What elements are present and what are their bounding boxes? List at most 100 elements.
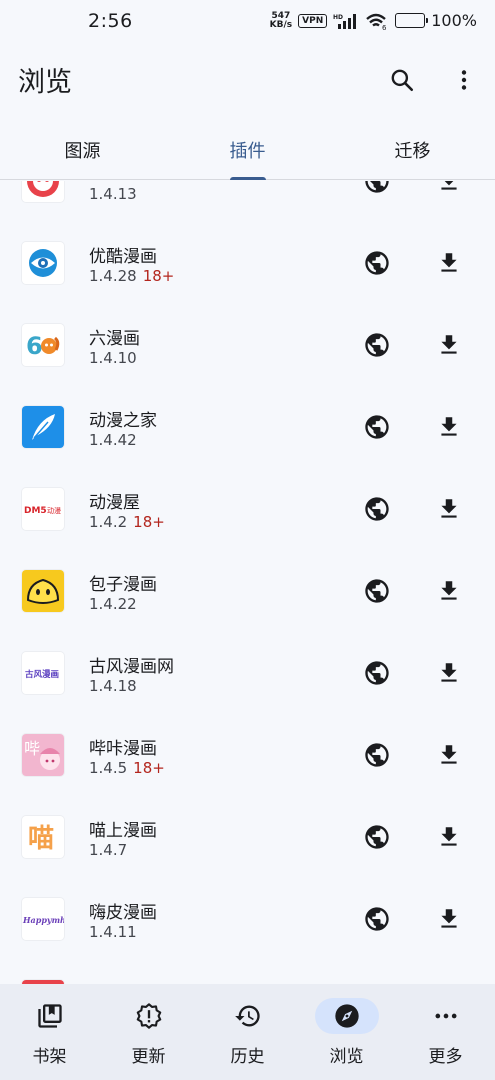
list-item[interactable]: 哔 哔咔漫画 1.4.5 18+ (0, 714, 495, 796)
status-time: 2:56 (88, 10, 133, 32)
install-button[interactable] (434, 576, 464, 606)
list-item[interactable]: DM5 动漫 动漫屋 1.4.2 18+ (0, 468, 495, 550)
open-website-button[interactable] (362, 576, 392, 606)
install-button[interactable] (434, 904, 464, 934)
tab-extensions[interactable]: 插件 (165, 120, 330, 180)
download-icon (441, 335, 457, 354)
extension-meta: 1.4.28 18+ (89, 267, 174, 285)
extension-name: 喵上漫画 (89, 821, 157, 841)
nsfw-badge: 18+ (133, 759, 165, 777)
updates-badge-icon (136, 1003, 161, 1029)
nav-active-indicator (314, 998, 379, 1034)
install-button[interactable] (434, 181, 464, 196)
globe-icon (365, 661, 389, 685)
tab-sources[interactable]: 图源 (0, 120, 165, 179)
search-button[interactable] (382, 60, 422, 100)
nav-updates[interactable]: 更新 (99, 984, 198, 1080)
more-vert-icon (461, 70, 467, 90)
extension-list[interactable]: 1.4.13 优酷漫画 1.4.28 18+ 6 六漫画 1.4.10 动漫之家… (0, 181, 495, 984)
dm5-logo-icon: DM5 动漫 (22, 488, 64, 530)
baozi-icon (22, 570, 64, 612)
network-speed-unit: KB/s (269, 19, 293, 30)
open-website-button[interactable] (362, 412, 392, 442)
list-item[interactable]: 包子漫画 1.4.22 (0, 550, 495, 632)
extension-version: 1.4.18 (89, 677, 137, 695)
extension-version: 1.4.42 (89, 431, 137, 449)
globe-icon (365, 333, 389, 357)
list-item[interactable]: 6 六漫画 1.4.10 (0, 304, 495, 386)
nav-history[interactable]: 历史 (198, 984, 297, 1080)
list-item[interactable]: 喵 喵上漫画 1.4.7 (0, 796, 495, 878)
install-button[interactable] (434, 494, 464, 524)
miao-char-icon: 喵 (22, 816, 64, 858)
happymh-logo-icon: Happymh (22, 898, 64, 940)
svg-text:6: 6 (26, 332, 43, 360)
open-website-button[interactable] (362, 822, 392, 852)
explore-compass-icon (334, 1004, 359, 1028)
miao-logo-text: 喵 (28, 824, 54, 854)
more-options-button[interactable] (444, 60, 484, 100)
happymh-logo-text: Happymh (22, 915, 64, 925)
open-website-button[interactable] (362, 658, 392, 688)
install-button[interactable] (434, 412, 464, 442)
tab-label: 图源 (64, 140, 101, 162)
extension-meta: 1.4.7 (89, 841, 127, 859)
search-icon (391, 69, 414, 92)
globe-icon (365, 907, 389, 931)
download-icon (441, 253, 457, 272)
globe-icon (365, 825, 389, 849)
extension-meta: 1.4.10 (89, 349, 137, 367)
extension-version: 1.4.10 (89, 349, 137, 367)
list-item[interactable]: 古风漫画 古风漫画网 1.4.18 (0, 632, 495, 714)
nav-label: 更新 (131, 1047, 166, 1067)
vpn-badge: VPN (298, 13, 328, 28)
install-button[interactable] (434, 822, 464, 852)
extension-meta: 1.4.11 (89, 923, 137, 941)
extension-version: 1.4.28 (89, 267, 137, 285)
extension-name: 哔咔漫画 (89, 739, 157, 759)
open-website-button[interactable] (362, 740, 392, 770)
open-website-button[interactable] (362, 330, 392, 360)
globe-icon (365, 579, 389, 603)
extension-name: 动漫之家 (89, 411, 157, 431)
globe-icon (365, 251, 389, 275)
globe-icon (365, 181, 389, 193)
install-button[interactable] (434, 248, 464, 278)
open-website-button[interactable] (362, 494, 392, 524)
status-icons: 547 KB/s VPN HD 6 100% (270, 11, 477, 30)
nav-library[interactable]: 书架 (0, 984, 99, 1080)
nav-label: 更多 (428, 1047, 463, 1067)
svg-text:6: 6 (382, 24, 387, 30)
extension-name: 六漫画 (89, 329, 140, 349)
library-icon (37, 1004, 62, 1028)
dm5-logo-suffix: 动漫 (47, 506, 61, 515)
tab-migrate[interactable]: 迁移 (330, 120, 495, 179)
list-item[interactable]: Happymh 嗨皮漫画 1.4.11 (0, 878, 495, 960)
dm5-logo-text: DM5 (24, 506, 47, 516)
list-item[interactable]: 优酷漫画 1.4.28 18+ (0, 222, 495, 304)
download-icon (441, 909, 457, 928)
extension-meta: 1.4.22 (89, 595, 137, 613)
install-button[interactable] (434, 330, 464, 360)
open-website-button[interactable] (362, 248, 392, 278)
globe-icon (365, 415, 389, 439)
extension-version: 1.4.7 (89, 841, 128, 859)
install-button[interactable] (434, 658, 464, 688)
six-manhua-icon: 6 (22, 324, 64, 366)
list-item[interactable] (0, 960, 495, 984)
history-icon (234, 1005, 260, 1027)
cell-signal-icon: HD (333, 13, 357, 29)
open-website-button[interactable] (362, 181, 392, 196)
tab-label: 迁移 (394, 140, 431, 162)
download-icon (441, 663, 457, 682)
list-item[interactable]: 动漫之家 1.4.42 (0, 386, 495, 468)
extension-name: 动漫屋 (89, 493, 140, 513)
nav-more[interactable]: 更多 (396, 984, 495, 1080)
list-item[interactable]: 1.4.13 (0, 181, 495, 222)
open-website-button[interactable] (362, 904, 392, 934)
extension-version: 1.4.13 (89, 185, 137, 203)
nav-browse[interactable]: 浏览 (297, 984, 396, 1080)
gufeng-logo-icon: 古风漫画 (22, 652, 64, 694)
install-button[interactable] (434, 740, 464, 770)
globe-icon (365, 743, 389, 767)
